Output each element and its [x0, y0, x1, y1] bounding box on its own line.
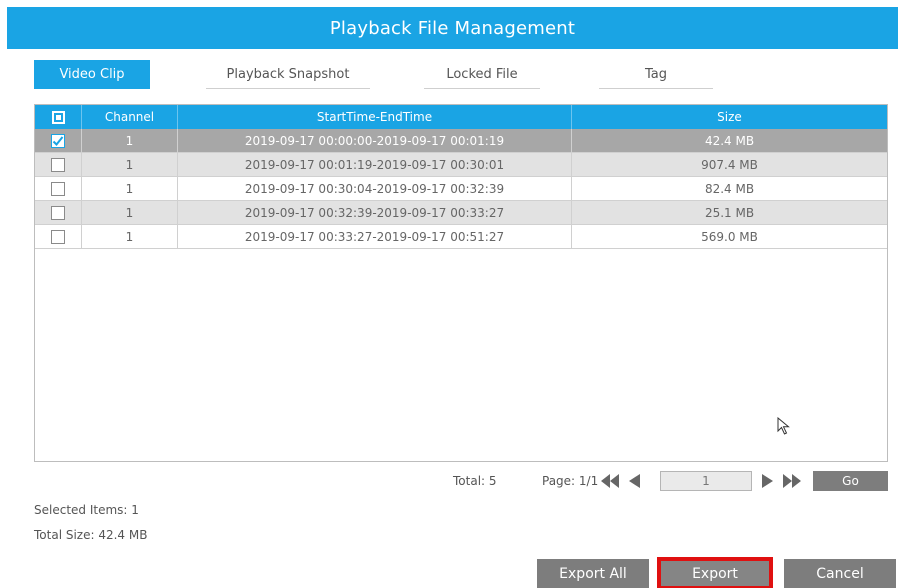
dialog-title: Playback File Management: [7, 7, 898, 49]
table-row[interactable]: 1 2019-09-17 00:01:19-2019-09-17 00:30:0…: [35, 153, 887, 177]
row-size: 82.4 MB: [571, 177, 887, 200]
row-checkbox[interactable]: [51, 133, 65, 148]
page-indicator: Page: 1/1: [542, 474, 599, 488]
tab-video-clip[interactable]: Video Clip: [34, 60, 150, 89]
checkmark-icon: [52, 135, 64, 146]
row-checkbox[interactable]: [51, 157, 65, 172]
select-all-checkbox[interactable]: [51, 110, 65, 124]
header-channel[interactable]: Channel: [81, 105, 177, 129]
row-channel: 1: [81, 225, 177, 248]
previous-page-icon[interactable]: [624, 471, 644, 491]
row-checkbox[interactable]: [51, 205, 65, 220]
mouse-cursor-icon: [777, 417, 790, 435]
row-time: 2019-09-17 00:01:19-2019-09-17 00:30:01: [177, 153, 571, 176]
selected-items: Selected Items: 1: [34, 503, 139, 517]
row-checkbox-cell: [35, 153, 81, 176]
table-body: 1 2019-09-17 00:00:00-2019-09-17 00:01:1…: [35, 129, 887, 249]
export-button[interactable]: Export: [657, 557, 773, 588]
header-size[interactable]: Size: [571, 105, 887, 129]
row-size: 569.0 MB: [571, 225, 887, 248]
last-page-icon[interactable]: [780, 471, 804, 491]
table-row[interactable]: 1 2019-09-17 00:30:04-2019-09-17 00:32:3…: [35, 177, 887, 201]
row-checkbox[interactable]: [51, 229, 65, 244]
tab-locked-file[interactable]: Locked File: [424, 60, 540, 89]
select-all-cell: [35, 105, 81, 129]
total-size: Total Size: 42.4 MB: [34, 528, 148, 542]
header-time[interactable]: StartTime-EndTime: [177, 105, 571, 129]
file-table: Channel StartTime-EndTime Size 1 2019-09…: [34, 104, 888, 462]
row-checkbox-cell: [35, 177, 81, 200]
row-time: 2019-09-17 00:30:04-2019-09-17 00:32:39: [177, 177, 571, 200]
table-header: Channel StartTime-EndTime Size: [35, 105, 887, 129]
first-page-icon[interactable]: [598, 471, 622, 491]
page-number-input[interactable]: 1: [660, 471, 752, 491]
row-time: 2019-09-17 00:32:39-2019-09-17 00:33:27: [177, 201, 571, 224]
row-size: 42.4 MB: [571, 129, 887, 152]
next-page-icon[interactable]: [758, 471, 778, 491]
row-size: 25.1 MB: [571, 201, 887, 224]
row-checkbox-cell: [35, 129, 81, 152]
row-checkbox[interactable]: [51, 181, 65, 196]
row-size: 907.4 MB: [571, 153, 887, 176]
row-channel: 1: [81, 201, 177, 224]
tab-playback-snapshot[interactable]: Playback Snapshot: [206, 60, 370, 89]
row-channel: 1: [81, 177, 177, 200]
row-time: 2019-09-17 00:00:00-2019-09-17 00:01:19: [177, 129, 571, 152]
row-channel: 1: [81, 153, 177, 176]
cancel-button[interactable]: Cancel: [784, 559, 896, 588]
row-checkbox-cell: [35, 225, 81, 248]
table-row[interactable]: 1 2019-09-17 00:33:27-2019-09-17 00:51:2…: [35, 225, 887, 249]
table-row[interactable]: 1 2019-09-17 00:32:39-2019-09-17 00:33:2…: [35, 201, 887, 225]
total-count: Total: 5: [453, 474, 497, 488]
row-checkbox-cell: [35, 201, 81, 224]
row-time: 2019-09-17 00:33:27-2019-09-17 00:51:27: [177, 225, 571, 248]
go-button[interactable]: Go: [813, 471, 888, 491]
export-all-button[interactable]: Export All: [537, 559, 649, 588]
tab-tag[interactable]: Tag: [599, 60, 713, 89]
row-channel: 1: [81, 129, 177, 152]
table-row[interactable]: 1 2019-09-17 00:00:00-2019-09-17 00:01:1…: [35, 129, 887, 153]
